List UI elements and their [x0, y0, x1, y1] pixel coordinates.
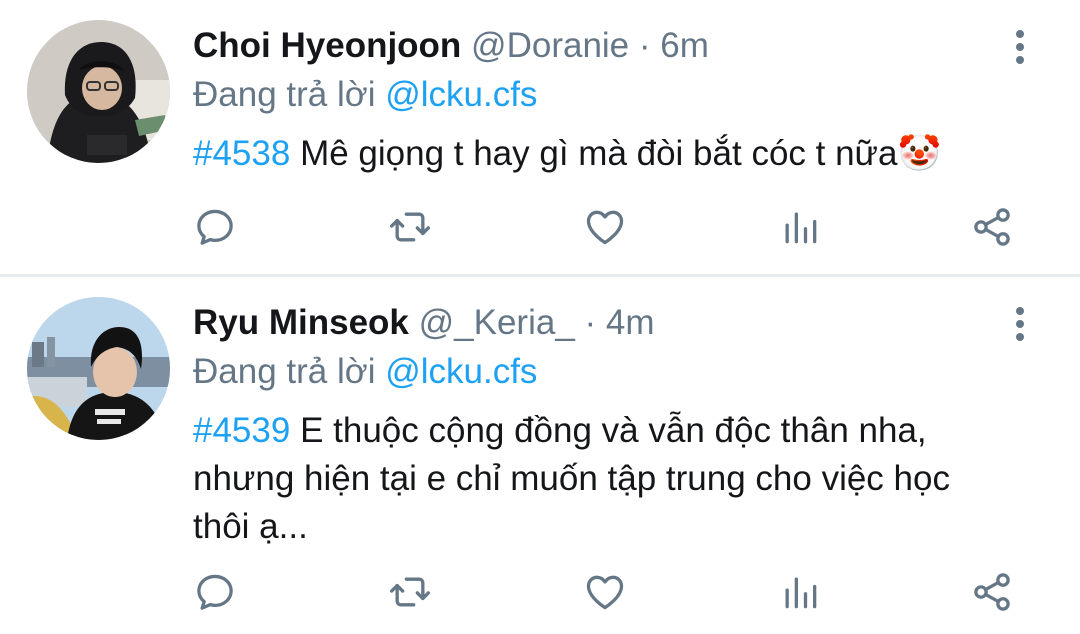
mention-link[interactable]: @lcku.cfs	[385, 75, 537, 114]
reply-icon	[197, 209, 233, 245]
replying-to: Đang trả lời @lcku.cfs	[193, 349, 537, 395]
hashtag-link[interactable]: #4538	[193, 134, 290, 173]
avatar[interactable]	[27, 297, 170, 440]
display-name[interactable]: Ryu Minseok	[193, 303, 409, 342]
replying-prefix: Đang trả lời	[193, 352, 376, 391]
like-button[interactable]	[583, 205, 633, 255]
share-icon	[974, 208, 1010, 246]
reply-button[interactable]	[193, 570, 243, 620]
user-handle[interactable]: @Doranie	[471, 26, 629, 65]
user-handle[interactable]: @_Keria_	[419, 303, 575, 342]
tweet[interactable]: Ryu Minseok @_Keria_ · 4m Đang trả lời @…	[0, 277, 1080, 634]
stats-icon	[785, 212, 817, 244]
tweet-text: #4538 Mê giọng t hay gì mà đòi bắt cóc t…	[193, 130, 1033, 178]
tweet-text-line: thôi ạ...	[193, 507, 308, 546]
like-button[interactable]	[583, 570, 633, 620]
user-avatar-hooded-icon	[27, 20, 170, 163]
share-button[interactable]	[970, 205, 1020, 255]
tweet-header: Ryu Minseok @_Keria_ · 4m	[193, 299, 655, 347]
tweet-text-line: nhưng hiện tại e chỉ muốn tập trung cho …	[193, 459, 950, 498]
timestamp: 6m	[660, 26, 709, 65]
tweet-text: #4539 E thuộc cộng đồng và vẫn độc thân …	[193, 407, 1033, 551]
more-options-icon[interactable]	[1008, 307, 1032, 347]
retweet-icon	[390, 577, 430, 607]
clown-emoji: 🤡	[897, 134, 942, 174]
reply-button[interactable]	[193, 205, 243, 255]
share-icon	[974, 573, 1010, 611]
replying-to: Đang trả lời @lcku.cfs	[193, 72, 537, 118]
retweet-button[interactable]	[388, 205, 438, 255]
tweet-text-line: Mê giọng t hay gì mà đòi bắt cóc t nữa	[300, 134, 898, 173]
tweet-text-line: E thuộc cộng đồng và vẫn độc thân nha,	[300, 411, 927, 450]
reply-icon	[197, 574, 233, 610]
timestamp: 4m	[605, 303, 655, 342]
like-icon	[586, 210, 624, 245]
separator: ·	[638, 26, 651, 65]
share-button[interactable]	[970, 570, 1020, 620]
retweet-button[interactable]	[388, 570, 438, 620]
like-icon	[586, 575, 624, 610]
stats-button[interactable]	[778, 570, 828, 620]
retweet-icon	[390, 212, 430, 242]
stats-icon	[785, 577, 817, 609]
separator: ·	[584, 303, 597, 342]
hashtag-link[interactable]: #4539	[193, 411, 290, 450]
tweet[interactable]: Choi Hyeonjoon @Doranie · 6m Đang trả lờ…	[0, 0, 1080, 274]
mention-link[interactable]: @lcku.cfs	[385, 352, 537, 391]
action-bar	[193, 570, 1023, 620]
more-options-icon[interactable]	[1008, 30, 1032, 70]
tweet-header: Choi Hyeonjoon @Doranie · 6m	[193, 22, 709, 70]
avatar[interactable]	[27, 20, 170, 163]
action-bar	[193, 205, 1023, 255]
user-avatar-photo-icon	[27, 297, 170, 440]
display-name[interactable]: Choi Hyeonjoon	[193, 26, 461, 65]
replying-prefix: Đang trả lời	[193, 75, 376, 114]
stats-button[interactable]	[778, 205, 828, 255]
